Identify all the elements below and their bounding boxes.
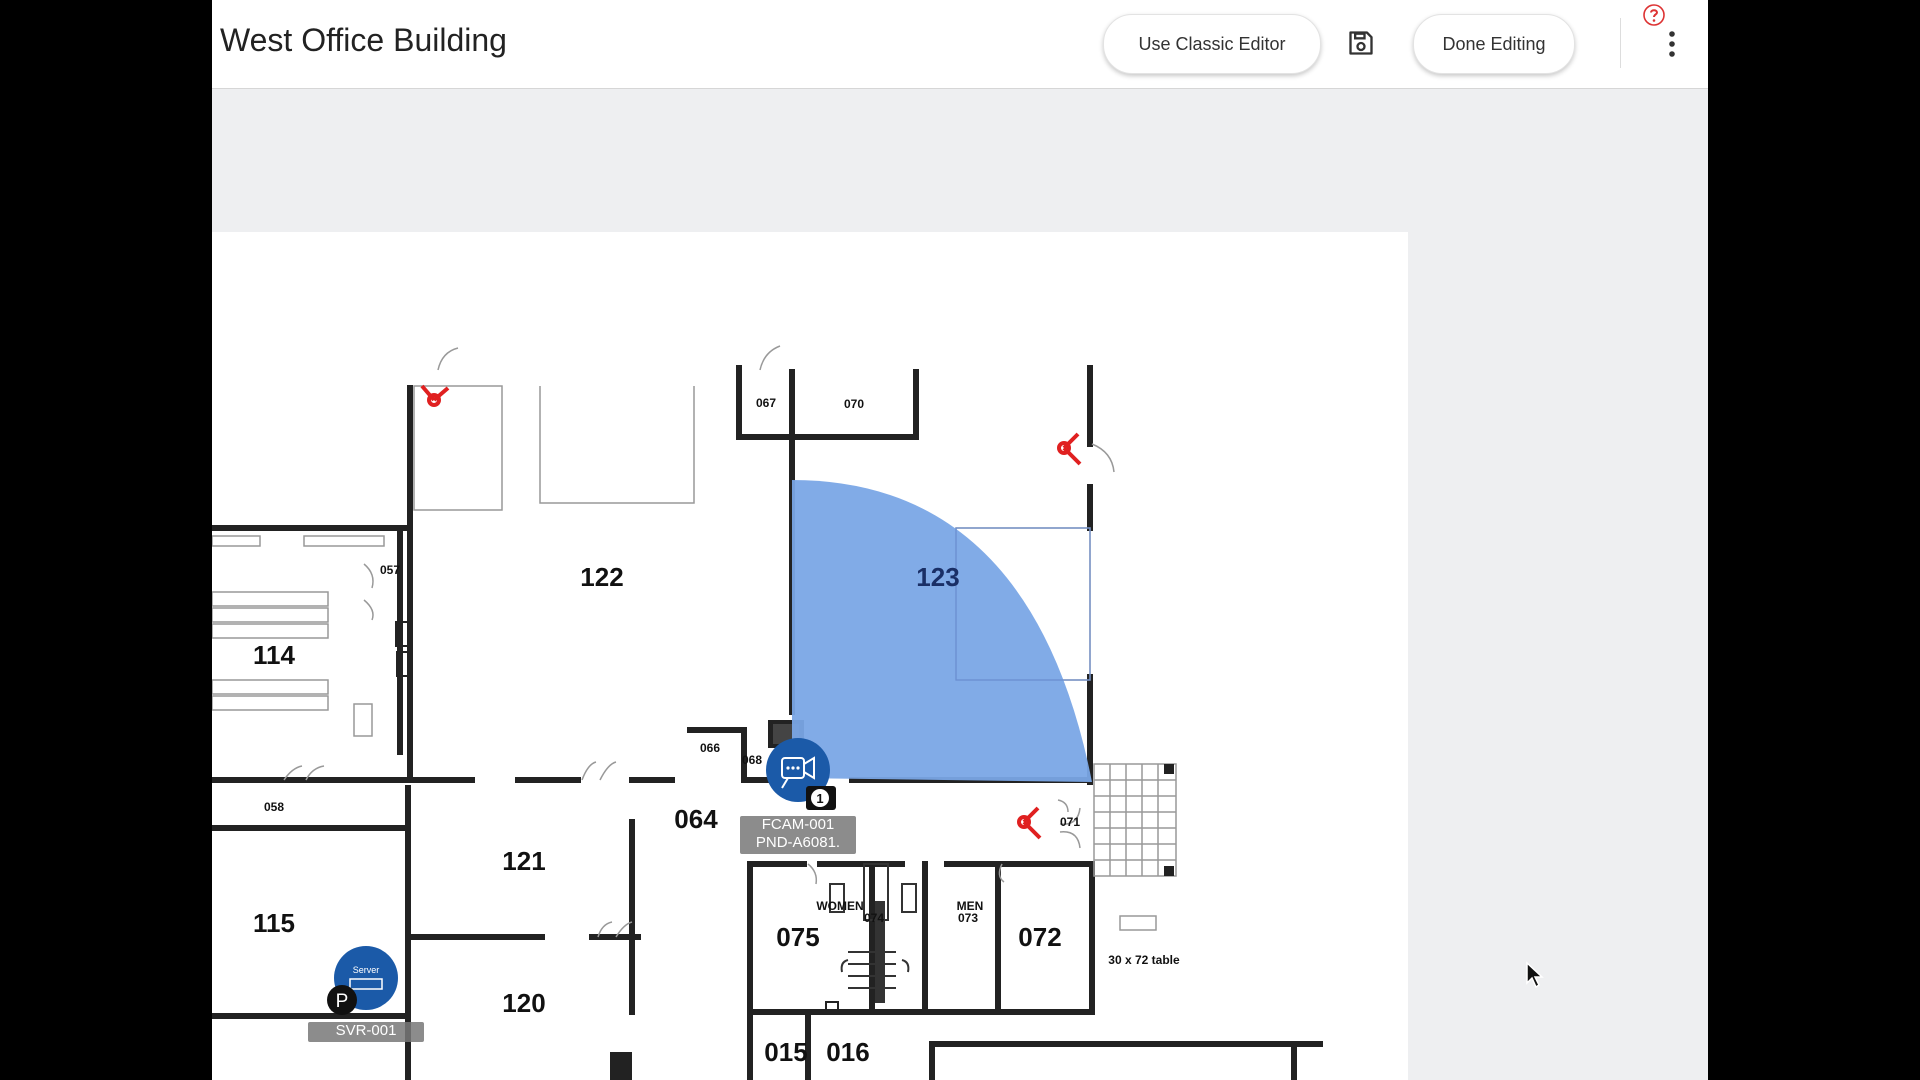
door-sensor[interactable] bbox=[420, 384, 450, 407]
toolbar-divider bbox=[1620, 18, 1621, 68]
room-label: 115 bbox=[253, 908, 295, 938]
room-label: 120 bbox=[502, 988, 545, 1018]
room-label: 016 bbox=[826, 1037, 869, 1067]
room-label: 067 bbox=[756, 396, 776, 410]
server-icon-text: Server bbox=[353, 965, 380, 975]
app-window: West Office Building Use Classic Editor … bbox=[212, 0, 1708, 1080]
room-label: 068 bbox=[742, 753, 762, 767]
room-label: 121 bbox=[502, 846, 545, 876]
room-label: 122 bbox=[580, 562, 623, 592]
room-label: WOMEN bbox=[816, 899, 863, 913]
server-id: SVR-001 bbox=[335, 1022, 397, 1039]
server-badge: P bbox=[336, 991, 349, 1012]
floorplan-canvas[interactable]: 067 070 057 114 122 123 066 068 064 071 … bbox=[212, 232, 1408, 1080]
camera-label: FCAM-001 PND-A6081. bbox=[740, 816, 856, 854]
room-label: 070 bbox=[844, 397, 864, 411]
done-editing-button[interactable]: Done Editing bbox=[1413, 14, 1575, 74]
top-bar: West Office Building Use Classic Editor … bbox=[212, 0, 1708, 89]
server-marker[interactable]: Server P bbox=[327, 946, 398, 1015]
save-icon bbox=[1349, 31, 1373, 55]
camera-field-of-view[interactable] bbox=[792, 480, 1092, 782]
room-label: 114 bbox=[253, 640, 295, 670]
mouse-cursor-icon bbox=[1526, 961, 1544, 989]
camera-id: FCAM-001 bbox=[761, 816, 835, 833]
room-label: 072 bbox=[1018, 922, 1061, 952]
room-label: 064 bbox=[674, 804, 718, 834]
room-label: 123 bbox=[916, 562, 959, 592]
room-label: 058 bbox=[264, 800, 284, 814]
table-label: 30 x 72 table bbox=[1108, 953, 1180, 967]
save-button[interactable] bbox=[1344, 26, 1378, 60]
page-title: West Office Building bbox=[220, 22, 507, 58]
room-label: 074 bbox=[864, 911, 884, 925]
more-vertical-icon bbox=[1669, 31, 1675, 57]
door-sensor[interactable] bbox=[1057, 432, 1082, 466]
room-label: 075 bbox=[776, 922, 819, 952]
room-label: 073 bbox=[958, 911, 978, 925]
room-label: 066 bbox=[700, 741, 720, 755]
use-classic-editor-button[interactable]: Use Classic Editor bbox=[1103, 14, 1321, 74]
room-label: 015 bbox=[764, 1037, 807, 1067]
camera-badge: 1 bbox=[816, 791, 823, 806]
floorplan: 067 070 057 114 122 123 066 068 064 071 … bbox=[212, 345, 1323, 1080]
more-options-button[interactable] bbox=[1660, 24, 1684, 64]
room-label: 071 bbox=[1060, 815, 1080, 829]
door-sensor[interactable] bbox=[1017, 806, 1042, 840]
room-label: 057 bbox=[380, 563, 400, 577]
camera-model: PND-A6081. bbox=[755, 834, 841, 851]
server-label: SVR-001 bbox=[308, 1022, 424, 1042]
